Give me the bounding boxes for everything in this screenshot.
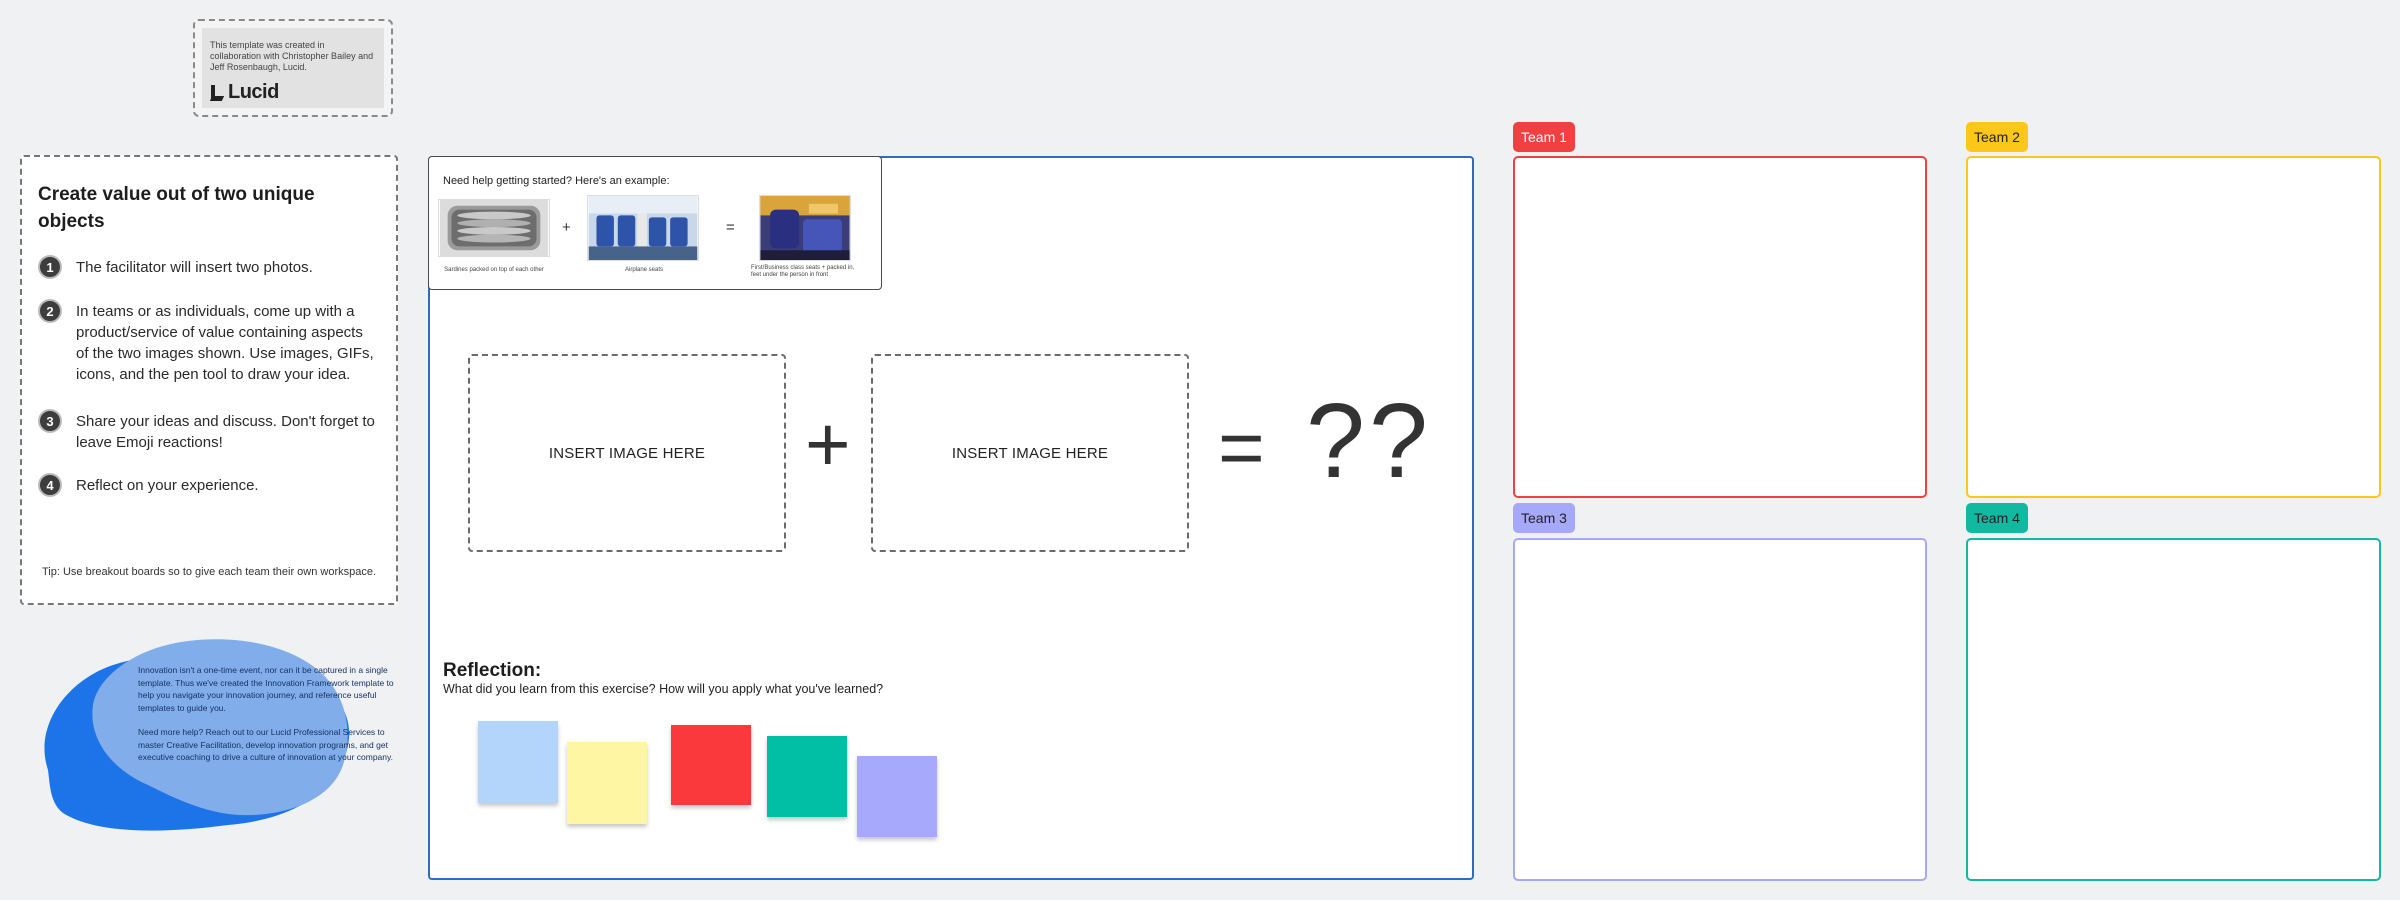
team-2-label-text: Team 2 — [1974, 129, 2020, 145]
example-plus: + — [562, 219, 571, 236]
step-text-4: Reflect on your experience. — [76, 477, 259, 494]
insert-image-placeholder-2[interactable]: INSERT IMAGE HERE — [871, 354, 1189, 552]
step-number-4: 4 — [38, 473, 62, 497]
instructions-card[interactable]: Create value out of two unique objects 1… — [20, 155, 398, 605]
step-text-2: In teams or as individuals, come up with… — [76, 303, 374, 383]
step-text-3: Share your ideas and discuss. Don't forg… — [76, 413, 375, 451]
reflection-prompt: What did you learn from this exercise? H… — [443, 682, 884, 696]
plus-sign: + — [805, 400, 851, 488]
sticky-note-teal[interactable] — [767, 736, 847, 817]
blob-paragraph-2: Need more help? Reach out to our Lucid P… — [138, 727, 393, 762]
example-equals: = — [726, 219, 735, 236]
instructions-title: Create value out of two unique objects — [38, 184, 315, 232]
team-2-label[interactable]: Team 2 — [1966, 122, 2028, 152]
lucid-logo-text: Lucid — [228, 81, 279, 103]
credit-inner: This template was created in collaborati… — [202, 28, 384, 108]
first-class-seat-image — [759, 195, 851, 261]
airplane-seats-image — [587, 195, 699, 261]
sticky-note-yellow[interactable] — [567, 742, 647, 824]
sticky-note-red[interactable] — [671, 725, 751, 805]
sticky-note-purple[interactable] — [857, 756, 937, 837]
example-caption-1: Sardines packed on top of each other — [444, 267, 544, 273]
blob-text: Innovation isn't a one-time event, nor c… — [138, 664, 398, 776]
step-number-2: 2 — [38, 299, 62, 323]
team-3-label-text: Team 3 — [1521, 510, 1567, 526]
credit-text: This template was created in collaborati… — [210, 40, 374, 72]
team-1-label-text: Team 1 — [1521, 129, 1567, 145]
step-2: 2 In teams or as individuals, come up wi… — [38, 299, 378, 385]
result-question-marks: ?? — [1306, 382, 1432, 500]
example-caption-2: Airplane seats — [624, 267, 664, 273]
team-2-frame[interactable] — [1966, 156, 2381, 498]
reflection-title: Reflection: — [443, 660, 542, 681]
team-1-label[interactable]: Team 1 — [1513, 122, 1575, 152]
team-4-label-text: Team 4 — [1974, 510, 2020, 526]
lucid-logo: Lucid — [210, 81, 378, 104]
team-4-frame[interactable] — [1966, 538, 2381, 881]
step-4: 4 Reflect on your experience. — [38, 473, 378, 497]
step-number-1: 1 — [38, 255, 62, 279]
team-4-label[interactable]: Team 4 — [1966, 503, 2028, 533]
template-credit-card[interactable]: This template was created in collaborati… — [193, 19, 393, 117]
lucid-logo-icon — [210, 84, 224, 101]
blob-paragraph-1: Innovation isn't a one-time event, nor c… — [138, 665, 394, 713]
example-title: Need help getting started? Here's an exa… — [443, 175, 670, 187]
insert-image-label-2: INSERT IMAGE HERE — [951, 444, 1109, 462]
step-3: 3 Share your ideas and discuss. Don't fo… — [38, 409, 378, 453]
insert-image-placeholder-1[interactable]: INSERT IMAGE HERE — [468, 354, 786, 552]
example-panel[interactable]: Need help getting started? Here's an exa… — [428, 156, 882, 290]
step-text-1: The facilitator will insert two photos. — [76, 259, 313, 276]
step-number-3: 3 — [38, 409, 62, 433]
team-1-frame[interactable] — [1513, 156, 1927, 498]
sardines-image — [438, 199, 550, 257]
team-3-frame[interactable] — [1513, 538, 1927, 881]
sticky-note-blue[interactable] — [478, 721, 558, 803]
team-3-label[interactable]: Team 3 — [1513, 503, 1575, 533]
equals-sign: = — [1218, 403, 1265, 492]
example-caption-3: First/Business class seats + packed in, … — [751, 265, 855, 278]
step-1: 1 The facilitator will insert two photos… — [38, 255, 378, 279]
insert-image-label-1: INSERT IMAGE HERE — [548, 444, 706, 462]
tip-text: Tip: Use breakout boards so to give each… — [42, 566, 377, 578]
